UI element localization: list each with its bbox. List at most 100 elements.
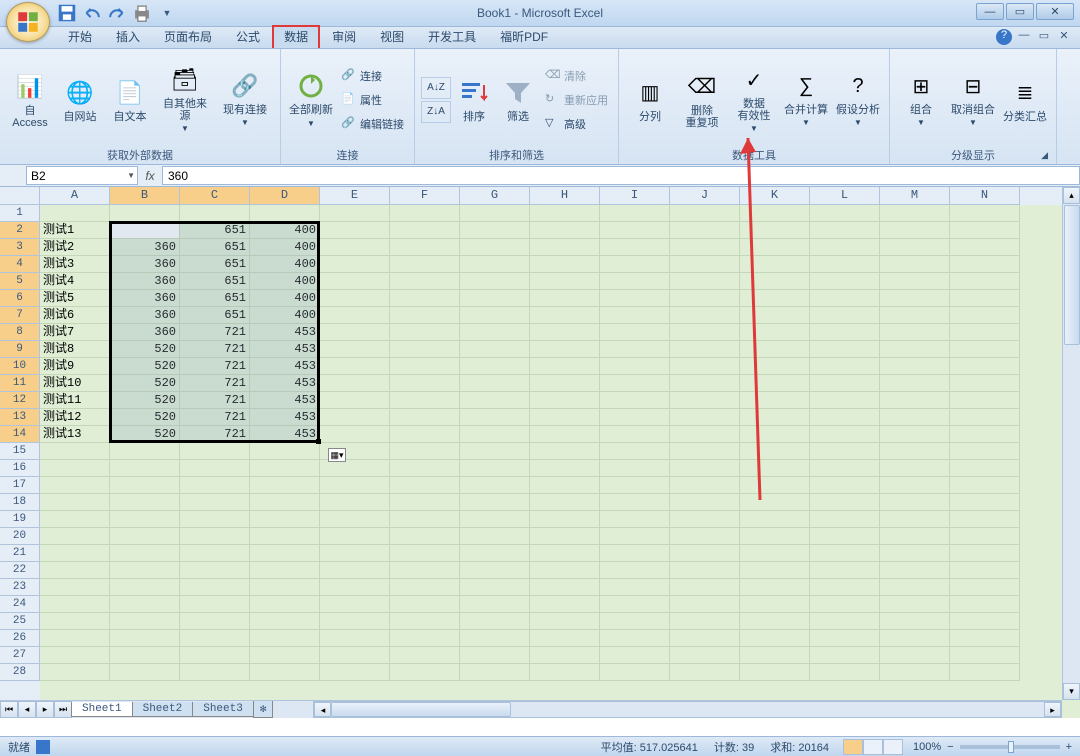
cell-G18[interactable] (460, 494, 530, 511)
outline-1[interactable]: ⊟取消组合▼ (948, 60, 998, 140)
cell-K21[interactable] (740, 545, 810, 562)
row-header-15[interactable]: 15 (0, 443, 40, 460)
tab-视图[interactable]: 视图 (368, 25, 416, 48)
cell-C5[interactable]: 651 (180, 273, 250, 290)
cell-M10[interactable] (880, 358, 950, 375)
cell-I4[interactable] (600, 256, 670, 273)
cell-K20[interactable] (740, 528, 810, 545)
cell-E27[interactable] (320, 647, 390, 664)
reapply-button[interactable]: ↻重新应用 (541, 89, 612, 111)
cell-J3[interactable] (670, 239, 740, 256)
cell-A9[interactable]: 测试8 (40, 341, 110, 358)
ext-data-0[interactable]: 📊自 Access (6, 60, 54, 140)
sort-asc-button[interactable]: A↓Z (421, 77, 451, 99)
cell-J18[interactable] (670, 494, 740, 511)
cell-K12[interactable] (740, 392, 810, 409)
cell-F12[interactable] (390, 392, 460, 409)
cell-J11[interactable] (670, 375, 740, 392)
cell-F4[interactable] (390, 256, 460, 273)
cell-J24[interactable] (670, 596, 740, 613)
cell-N10[interactable] (950, 358, 1020, 375)
cell-F5[interactable] (390, 273, 460, 290)
cell-D7[interactable]: 400 (250, 307, 320, 324)
cell-L28[interactable] (810, 664, 880, 681)
cell-I26[interactable] (600, 630, 670, 647)
cell-I19[interactable] (600, 511, 670, 528)
cell-D21[interactable] (250, 545, 320, 562)
tab-审阅[interactable]: 审阅 (320, 25, 368, 48)
zoom-in-button[interactable]: + (1066, 741, 1072, 753)
page-break-view-button[interactable] (883, 739, 903, 755)
cell-E9[interactable] (320, 341, 390, 358)
cell-K6[interactable] (740, 290, 810, 307)
cell-D25[interactable] (250, 613, 320, 630)
cell-G19[interactable] (460, 511, 530, 528)
scroll-down-button[interactable]: ▾ (1063, 683, 1080, 700)
cell-C4[interactable]: 651 (180, 256, 250, 273)
data-tool-2[interactable]: ✓数据有效性▼ (729, 60, 779, 140)
cell-M2[interactable] (880, 222, 950, 239)
cell-N7[interactable] (950, 307, 1020, 324)
cell-C15[interactable] (180, 443, 250, 460)
sheet-tab-Sheet1[interactable]: Sheet1 (71, 702, 133, 717)
ext-data-1[interactable]: 🌐自网站 (56, 60, 104, 140)
cell-A19[interactable] (40, 511, 110, 528)
data-tool-1[interactable]: ⌫删除重复项 (677, 60, 727, 140)
cell-A27[interactable] (40, 647, 110, 664)
row-header-23[interactable]: 23 (0, 579, 40, 596)
cell-N27[interactable] (950, 647, 1020, 664)
cell-J7[interactable] (670, 307, 740, 324)
cell-D28[interactable] (250, 664, 320, 681)
cell-K28[interactable] (740, 664, 810, 681)
cell-D14[interactable]: 453 (250, 426, 320, 443)
cell-K8[interactable] (740, 324, 810, 341)
cell-L23[interactable] (810, 579, 880, 596)
cell-K4[interactable] (740, 256, 810, 273)
cell-K27[interactable] (740, 647, 810, 664)
cell-M15[interactable] (880, 443, 950, 460)
cell-F15[interactable] (390, 443, 460, 460)
cell-N20[interactable] (950, 528, 1020, 545)
cell-I13[interactable] (600, 409, 670, 426)
cell-D11[interactable]: 453 (250, 375, 320, 392)
tab-插入[interactable]: 插入 (104, 25, 152, 48)
row-header-13[interactable]: 13 (0, 409, 40, 426)
cell-L13[interactable] (810, 409, 880, 426)
doc-restore-button[interactable]: ▭ (1036, 29, 1052, 45)
col-header-H[interactable]: H (530, 187, 600, 205)
cell-B14[interactable]: 520 (110, 426, 180, 443)
col-header-L[interactable]: L (810, 187, 880, 205)
cell-G25[interactable] (460, 613, 530, 630)
cell-J9[interactable] (670, 341, 740, 358)
zoom-level[interactable]: 100% (913, 741, 941, 753)
cell-A20[interactable] (40, 528, 110, 545)
cell-G10[interactable] (460, 358, 530, 375)
cell-C17[interactable] (180, 477, 250, 494)
cell-K14[interactable] (740, 426, 810, 443)
cell-J26[interactable] (670, 630, 740, 647)
cell-I7[interactable] (600, 307, 670, 324)
cell-L26[interactable] (810, 630, 880, 647)
cell-G11[interactable] (460, 375, 530, 392)
cell-D27[interactable] (250, 647, 320, 664)
cell-D6[interactable]: 400 (250, 290, 320, 307)
cell-C24[interactable] (180, 596, 250, 613)
cell-L24[interactable] (810, 596, 880, 613)
page-layout-view-button[interactable] (863, 739, 883, 755)
cell-F10[interactable] (390, 358, 460, 375)
cell-M5[interactable] (880, 273, 950, 290)
row-header-21[interactable]: 21 (0, 545, 40, 562)
ext-data-3[interactable]: 🗃自其他来源▼ (156, 60, 214, 140)
cell-C21[interactable] (180, 545, 250, 562)
row-header-7[interactable]: 7 (0, 307, 40, 324)
cell-B23[interactable] (110, 579, 180, 596)
cell-J4[interactable] (670, 256, 740, 273)
cell-J13[interactable] (670, 409, 740, 426)
macro-record-icon[interactable] (36, 740, 50, 754)
cell-E10[interactable] (320, 358, 390, 375)
zoom-slider[interactable] (960, 745, 1060, 749)
cell-I11[interactable] (600, 375, 670, 392)
cell-L20[interactable] (810, 528, 880, 545)
cell-B24[interactable] (110, 596, 180, 613)
cell-E13[interactable] (320, 409, 390, 426)
